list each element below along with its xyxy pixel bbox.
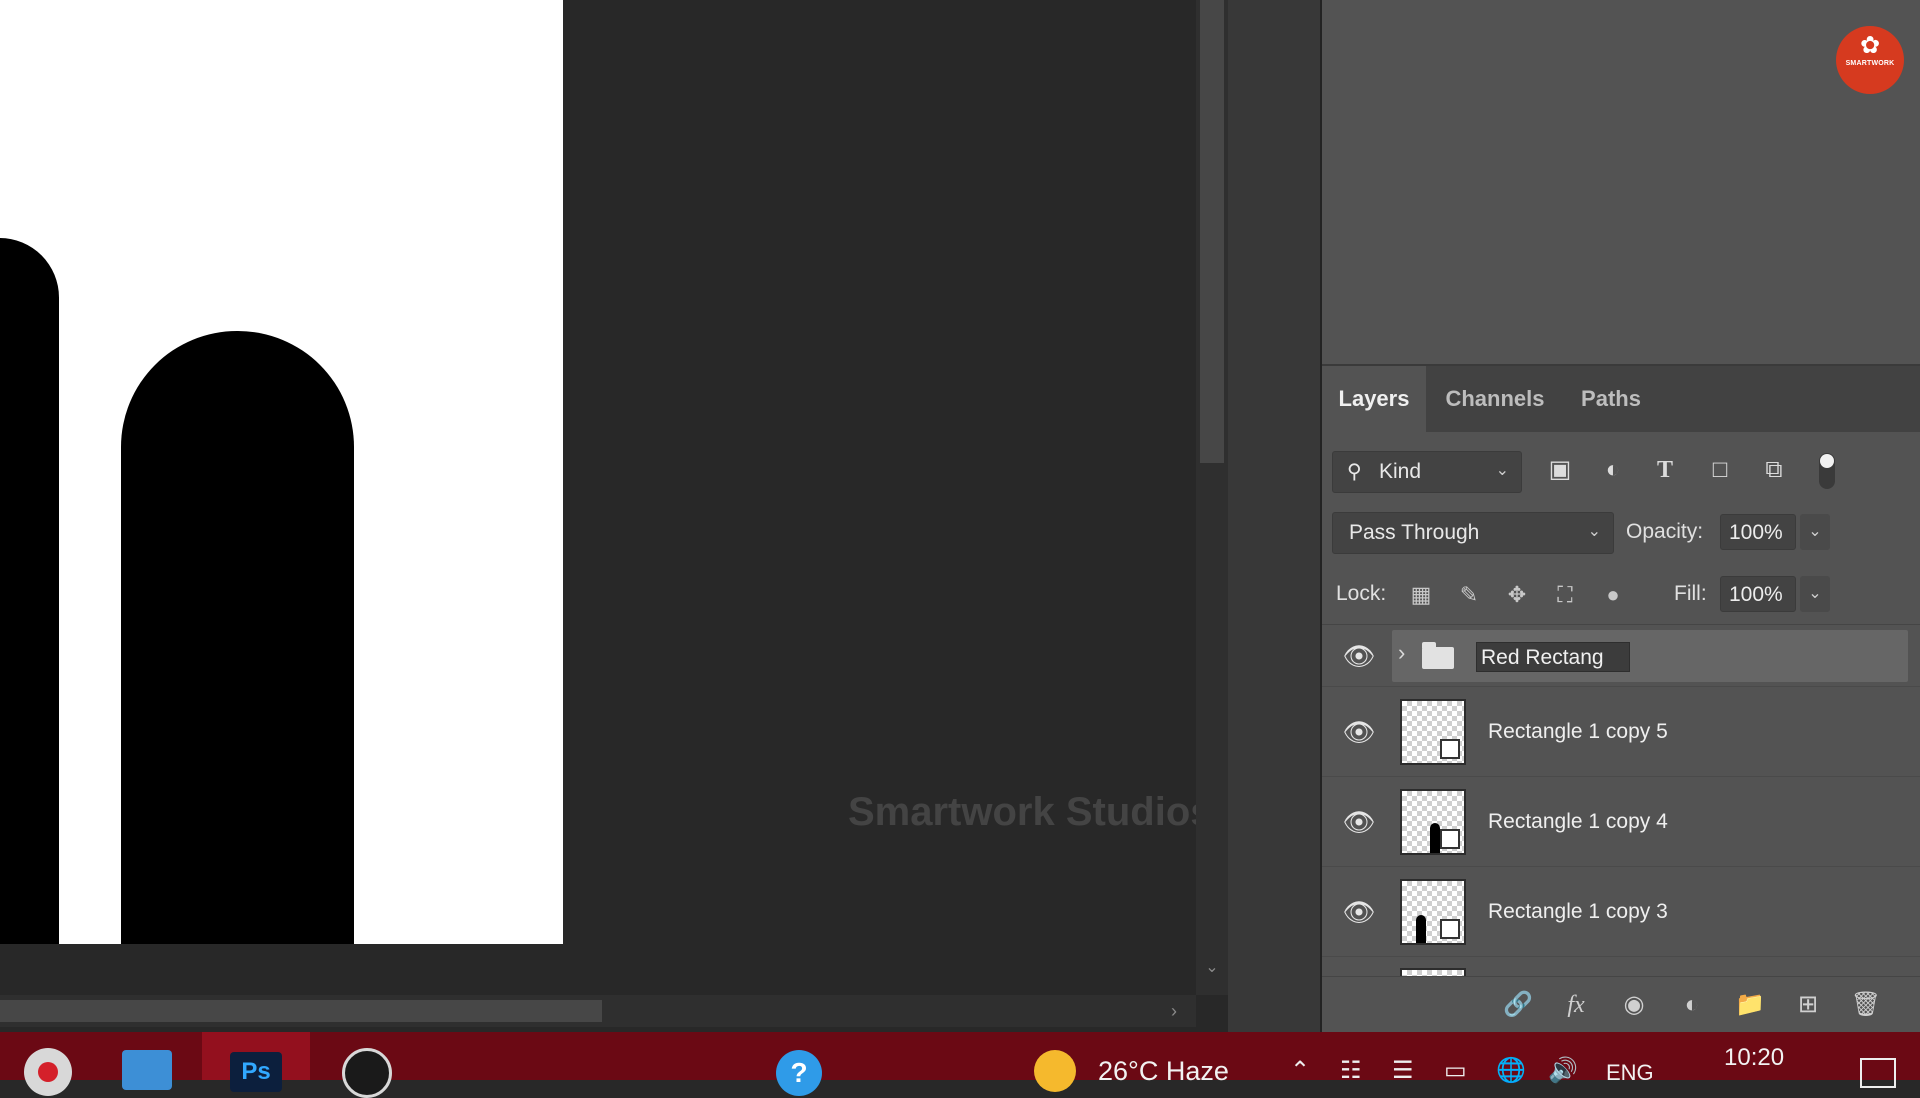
layer-filter-row: ⚲ Kind ⌄ ▣ ◐ T □ ⧉ [1322, 440, 1920, 500]
new-group-icon[interactable]: 📁 [1734, 989, 1766, 1021]
search-icon: ⚲ [1347, 461, 1362, 483]
weather-sun-icon[interactable] [1034, 1050, 1076, 1092]
opacity-chevron-icon[interactable]: ⌄ [1800, 514, 1830, 550]
layer-thumbnail [1400, 789, 1466, 855]
logo-mark-icon: ✿ [1859, 32, 1881, 59]
layers-bottom-toolbar: 🔗 fx ◉ ◐ 📁 ⊞ 🗑 [1322, 976, 1920, 1033]
notification-icon[interactable] [1860, 1058, 1896, 1088]
taskbar: Ps ? 26°C Haze ⌃ ☷ ☰ ▭ 🌐 🔊 ENG 10:20 [0, 1032, 1920, 1098]
artboard[interactable] [0, 0, 563, 944]
eye-icon[interactable]: 👁 [1342, 899, 1376, 925]
layer-name: Rectangle 1 copy 4 [1488, 810, 1668, 833]
windows-security-icon[interactable]: ☷ [1340, 1056, 1362, 1085]
layer-thumbnail [1400, 968, 1466, 976]
tab-channels[interactable]: Channels [1434, 366, 1556, 432]
shape-filter-icon[interactable]: □ [1705, 455, 1735, 485]
shape-layer-badge-icon [1440, 919, 1460, 939]
weather-text[interactable]: 26°C Haze [1098, 1056, 1229, 1087]
fill-label: Fill: [1674, 582, 1707, 605]
add-mask-icon[interactable]: ◉ [1618, 989, 1650, 1021]
chevron-down-icon: ⌄ [1587, 523, 1601, 540]
shape-layer-badge-icon [1440, 829, 1460, 849]
opacity-label: Opacity: [1626, 520, 1704, 543]
delete-icon[interactable]: 🗑 [1850, 989, 1882, 1021]
lock-transparent-pixels-icon[interactable]: ▦ [1406, 580, 1436, 610]
rounded-rectangle-shape[interactable] [0, 238, 59, 944]
layer-row[interactable]: 👁 Rectangle 1 copy 4 [1322, 778, 1920, 867]
new-layer-icon[interactable]: ⊞ [1792, 989, 1824, 1021]
panel-dock-gutter [1228, 0, 1322, 1032]
lock-label: Lock: [1336, 582, 1387, 605]
chevron-right-icon[interactable]: › [1398, 640, 1405, 666]
panel-tab-bar: Layers Channels Paths [1322, 366, 1920, 432]
vertical-scrollbar[interactable]: ⌄ [1196, 0, 1228, 995]
type-filter-icon[interactable]: T [1650, 455, 1680, 485]
layer-group-row[interactable]: 👁 › Red Rectang [1322, 626, 1920, 687]
link-layers-icon[interactable]: 🔗 [1502, 989, 1534, 1021]
scroll-down-arrow-icon[interactable]: ⌄ [1204, 960, 1220, 976]
eye-icon[interactable]: 👁 [1342, 719, 1376, 745]
chevron-down-icon: ⌄ [1495, 462, 1509, 479]
watermark-text: Smartwork Studios [848, 790, 1213, 834]
clock-time[interactable]: 10:20 [1724, 1044, 1784, 1072]
smartwork-logo: ✿ SMARTWORK [1836, 26, 1904, 94]
vertical-scroll-thumb[interactable] [1200, 0, 1224, 463]
kind-filter-label: Kind [1379, 460, 1422, 483]
language-indicator[interactable]: ENG [1606, 1060, 1654, 1086]
lock-row: Lock: ▦ ✎ ✥ ⛶ ● Fill: 100% ⌄ [1322, 564, 1920, 625]
fill-chevron-icon[interactable]: ⌄ [1800, 576, 1830, 612]
horizontal-scroll-thumb[interactable] [0, 1000, 602, 1022]
layer-row[interactable]: 👁 Rectangle 1 copy 5 [1322, 688, 1920, 777]
fill-field[interactable]: 100% [1720, 576, 1796, 612]
lock-image-pixels-icon[interactable]: ✎ [1454, 580, 1484, 610]
screen-recorder-app-icon[interactable] [12, 1032, 84, 1096]
layer-row[interactable]: 👁 Rectangle 1 copy 3 [1322, 868, 1920, 957]
help-app-icon[interactable]: ? [770, 1032, 830, 1096]
adjustment-layer-icon[interactable]: ◐ [1676, 989, 1708, 1021]
folder-icon [1422, 642, 1454, 669]
tab-paths[interactable]: Paths [1566, 366, 1656, 432]
lock-position-icon[interactable]: ✥ [1502, 580, 1532, 610]
layer-thumbnail [1400, 879, 1466, 945]
volume-icon[interactable]: 🔊 [1548, 1056, 1578, 1085]
layer-name: Rectangle 1 copy 5 [1488, 720, 1668, 743]
fx-icon[interactable]: fx [1560, 989, 1592, 1021]
photoshop-app-icon[interactable]: Ps [202, 1032, 310, 1092]
shape-layer-badge-icon [1440, 739, 1460, 759]
obs-app-icon[interactable] [332, 1032, 404, 1098]
lock-all-icon[interactable]: ● [1598, 580, 1628, 610]
document-canvas-area[interactable]: Smartwork Studios [0, 0, 1213, 995]
eye-icon[interactable]: 👁 [1342, 809, 1376, 835]
blend-mode-value: Pass Through [1349, 521, 1480, 544]
lock-artboard-icon[interactable]: ⛶ [1550, 580, 1580, 610]
blend-mode-select[interactable]: Pass Through ⌄ [1332, 512, 1614, 554]
network-globe-icon[interactable]: 🌐 [1496, 1056, 1526, 1085]
scroll-right-arrow-icon[interactable]: › [1164, 1001, 1184, 1021]
group-name-input[interactable]: Red Rectang [1476, 642, 1630, 672]
horizontal-scrollbar[interactable]: › [0, 995, 1196, 1027]
blend-row: Pass Through ⌄ Opacity: 100% ⌄ [1322, 502, 1920, 562]
smart-object-filter-icon[interactable]: ⧉ [1759, 455, 1789, 485]
layers-list: 👁 › Red Rectang 👁 Rectangle 1 copy 5 👁 R… [1322, 626, 1920, 976]
filter-toggle-switch[interactable] [1819, 453, 1835, 489]
eye-icon[interactable]: 👁 [1342, 643, 1376, 669]
battery-icon[interactable]: ▭ [1444, 1056, 1467, 1085]
task-list-icon[interactable]: ☰ [1392, 1056, 1414, 1085]
image-filter-icon[interactable]: ▣ [1545, 455, 1575, 485]
right-panel: ✿ SMARTWORK Layers Channels Paths ⚲ Kind… [1322, 0, 1920, 1033]
layer-thumbnail [1400, 699, 1466, 765]
kind-filter-select[interactable]: ⚲ Kind ⌄ [1332, 451, 1522, 493]
rounded-rectangle-shape[interactable] [121, 331, 354, 944]
tab-layers[interactable]: Layers [1322, 366, 1426, 432]
opacity-field[interactable]: 100% [1720, 514, 1796, 550]
layer-row[interactable] [1322, 958, 1920, 976]
upper-panel: ✿ SMARTWORK [1322, 0, 1920, 366]
chevron-up-icon[interactable]: ⌃ [1290, 1056, 1310, 1085]
logo-text: SMARTWORK [1845, 60, 1895, 67]
photos-app-icon[interactable] [112, 1032, 184, 1090]
selected-layer-highlight [1392, 630, 1908, 682]
adjustment-filter-icon[interactable]: ◐ [1598, 455, 1628, 485]
layer-name: Rectangle 1 copy 3 [1488, 900, 1668, 923]
